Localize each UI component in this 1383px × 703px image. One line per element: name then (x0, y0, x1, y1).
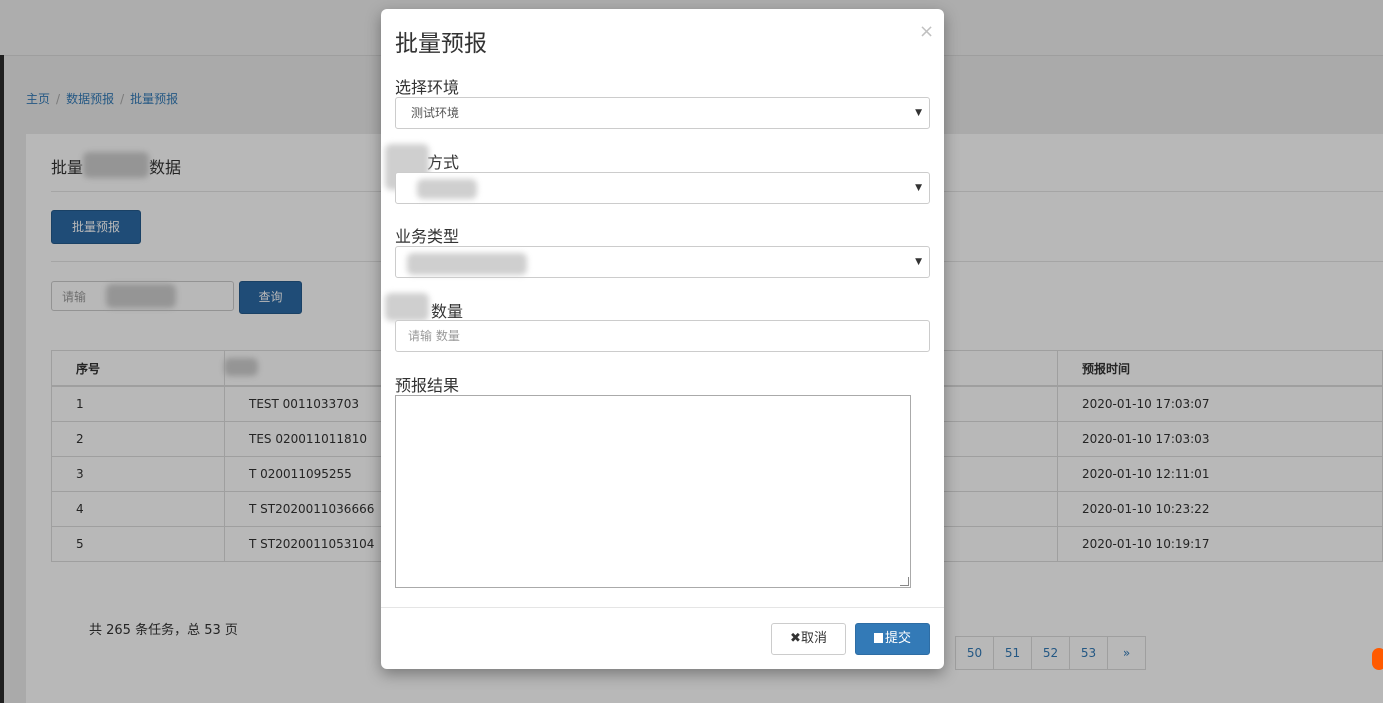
resize-handle-icon[interactable] (900, 577, 909, 586)
save-icon (873, 633, 883, 643)
cancel-button[interactable]: ✖取消 (771, 623, 846, 655)
quantity-input[interactable]: 请输 数量 (395, 320, 930, 352)
submit-button[interactable]: 提交 (855, 623, 930, 655)
env-select-value: 测试环境 (411, 106, 460, 120)
batch-forecast-modal: 批量预报 × 选择环境 测试环境 ▼ 方式 ▼ 业务类型 ▼ 数量 请输 数量 … (381, 9, 944, 669)
redacted-region (385, 293, 429, 321)
caret-down-icon: ▼ (915, 108, 922, 118)
floating-widget-icon[interactable] (1372, 648, 1383, 670)
env-label: 选择环境 (395, 78, 460, 97)
redacted-region (407, 253, 527, 275)
env-select[interactable]: 测试环境 ▼ (395, 97, 930, 129)
result-label: 预报结果 (395, 376, 460, 395)
caret-down-icon: ▼ (915, 183, 922, 193)
result-textarea[interactable] (395, 395, 911, 588)
method-label: 方式 (427, 153, 460, 172)
quantity-label: 数量 (431, 302, 464, 321)
redacted-region (417, 179, 477, 199)
caret-down-icon: ▼ (915, 257, 922, 267)
biz-type-label: 业务类型 (395, 227, 460, 246)
close-icon[interactable]: × (919, 21, 934, 42)
modal-title: 批量预报 (395, 31, 487, 57)
